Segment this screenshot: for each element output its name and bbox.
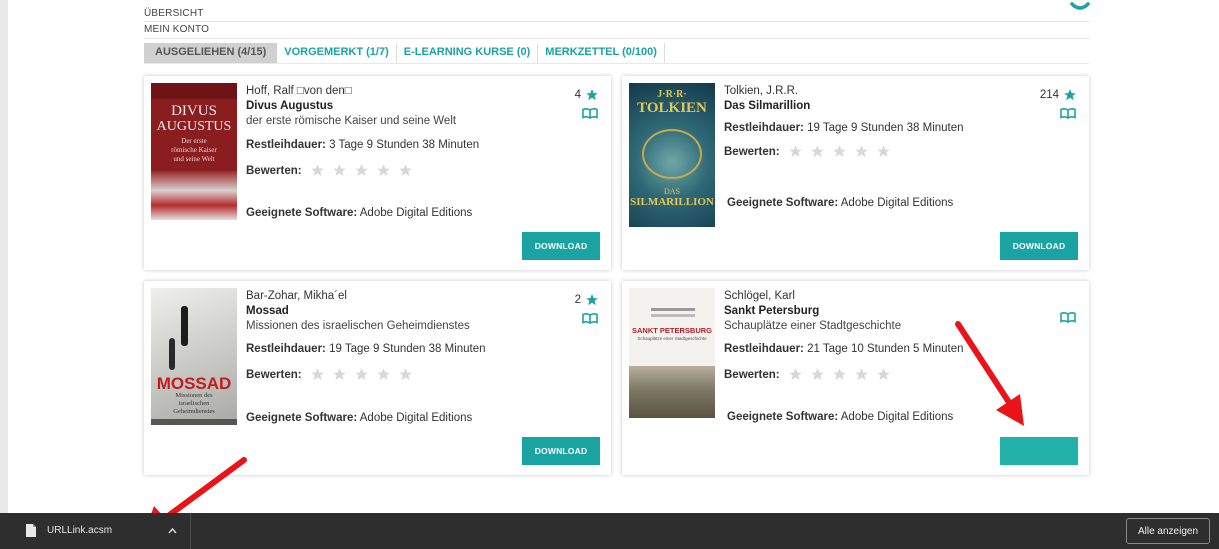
loan-duration: Restleihdauer: 19 Tage 9 Stunden 38 Minu…: [246, 343, 486, 355]
book-author: Hoff, Ralf □von den□: [246, 85, 352, 97]
account-tabs: AUSGELIEHEN (4/15) VORGEMERKT (1/7) E-LE…: [144, 43, 665, 63]
star-icon[interactable]: [354, 367, 369, 382]
loan-duration: Restleihdauer: 3 Tage 9 Stunden 38 Minut…: [246, 139, 480, 151]
book-card: MOSSAD Missionen des israelischen Geheim…: [144, 281, 611, 475]
star-filled-icon: [586, 89, 598, 101]
rate-label: Bewerten:: [246, 165, 302, 177]
star-icon[interactable]: [332, 163, 347, 178]
book-card: J·R·R· TOLKIEN DAS SILMARILLION Tolkien,…: [622, 76, 1089, 270]
download-button[interactable]: DOWNLOAD: [522, 232, 600, 260]
book-cover[interactable]: J·R·R· TOLKIEN DAS SILMARILLION: [629, 83, 715, 227]
star-icon[interactable]: [876, 144, 891, 159]
star-icon[interactable]: [376, 163, 391, 178]
star-icon[interactable]: [332, 367, 347, 382]
star-icon[interactable]: [310, 367, 325, 382]
star-icon[interactable]: [876, 367, 891, 382]
download-button-active[interactable]: DOWNLOAD: [1000, 437, 1078, 465]
rating-stars[interactable]: [310, 163, 413, 178]
annotation-arrow-icon: [955, 321, 1024, 426]
left-edge-divider: [0, 0, 8, 513]
star-icon[interactable]: [810, 144, 825, 159]
nav-link-my-account[interactable]: MEIN KONTO: [144, 24, 209, 35]
star-icon[interactable]: [854, 367, 869, 382]
book-title[interactable]: Divus Augustus: [246, 99, 576, 114]
book-cover[interactable]: MOSSAD Missionen des israelischen Geheim…: [151, 288, 237, 425]
star-filled-icon: [1064, 89, 1076, 101]
loan-duration: Restleihdauer: 21 Tage 10 Stunden 5 Minu…: [724, 343, 964, 355]
star-icon[interactable]: [788, 144, 803, 159]
rating-count: 2: [575, 293, 599, 307]
star-icon[interactable]: [832, 367, 847, 382]
book-subtitle: Missionen des israelischen Geheimdienste…: [246, 320, 470, 332]
software-info: Geeignete Software: Adobe Digital Editio…: [727, 197, 954, 209]
book-title[interactable]: Sankt Petersburg: [724, 304, 1054, 319]
file-icon: [26, 524, 36, 537]
open-book-icon[interactable]: [582, 313, 598, 324]
rate-label: Bewerten:: [724, 146, 780, 158]
tab-watchlist[interactable]: MERKZETTEL (0/100): [538, 43, 665, 63]
book-meta: Hoff, Ralf □von den□ Divus Augustus der …: [246, 84, 576, 129]
book-title[interactable]: Das Silmarillion: [724, 99, 1054, 114]
rating-stars[interactable]: [788, 144, 891, 159]
software-info: Geeignete Software: Adobe Digital Editio…: [246, 207, 473, 219]
nav-link-overview[interactable]: ÜBERSICHT: [144, 8, 204, 19]
star-icon[interactable]: [310, 163, 325, 178]
book-title[interactable]: Mossad: [246, 304, 576, 319]
download-item[interactable]: URLLink.acsm: [0, 513, 191, 549]
chevron-up-icon[interactable]: [168, 527, 177, 534]
star-icon[interactable]: [810, 367, 825, 382]
nav-separator: [144, 21, 1089, 22]
book-author: Bar-Zohar, Mikha´el: [246, 290, 347, 302]
download-button[interactable]: DOWNLOAD: [1000, 232, 1078, 260]
star-icon[interactable]: [354, 163, 369, 178]
tab-elearning[interactable]: E-LEARNING KURSE (0): [397, 43, 539, 63]
software-info: Geeignete Software: Adobe Digital Editio…: [246, 412, 473, 424]
rating-count: 214: [1040, 88, 1077, 102]
star-icon[interactable]: [854, 144, 869, 159]
open-book-icon[interactable]: [1060, 312, 1076, 323]
software-info: Geeignete Software: Adobe Digital Editio…: [727, 411, 954, 423]
rate-label: Bewerten:: [246, 369, 302, 381]
rate-label: Bewerten:: [724, 369, 780, 381]
open-book-icon[interactable]: [1060, 108, 1076, 119]
book-author: Tolkien, J.R.R.: [724, 85, 799, 97]
rating-stars[interactable]: [788, 367, 891, 382]
star-icon[interactable]: [788, 367, 803, 382]
tabs-underline: [144, 63, 1089, 64]
rating-count: 4: [575, 88, 599, 102]
star-icon[interactable]: [376, 367, 391, 382]
tab-borrowed[interactable]: AUSGELIEHEN (4/15): [144, 43, 278, 63]
star-icon[interactable]: [398, 367, 413, 382]
book-cover[interactable]: DIVUS AUGUSTUS Der erste römische Kaiser…: [151, 83, 237, 220]
book-meta: Tolkien, J.R.R. Das Silmarillion: [724, 84, 1054, 114]
download-file-name[interactable]: URLLink.acsm: [47, 525, 112, 536]
download-bar: URLLink.acsm Alle anzeigen: [0, 513, 1219, 549]
chevron-down-icon[interactable]: [1070, 0, 1090, 14]
download-button[interactable]: DOWNLOAD: [522, 437, 600, 465]
book-subtitle: der erste römische Kaiser und seine Welt: [246, 115, 457, 127]
star-icon[interactable]: [398, 163, 413, 178]
star-filled-icon: [586, 294, 598, 306]
book-card: DIVUS AUGUSTUS Der erste römische Kaiser…: [144, 76, 611, 270]
rating-stars[interactable]: [310, 367, 413, 382]
book-author: Schlögel, Karl: [724, 290, 795, 302]
book-meta: Bar-Zohar, Mikha´el Mossad Missionen des…: [246, 289, 576, 334]
book-cover[interactable]: SANKT PETERSBURG Schauplätze einer Stadt…: [629, 288, 715, 418]
tab-reserved[interactable]: VORGEMERKT (1/7): [277, 43, 397, 63]
nav-separator: [144, 38, 1089, 39]
loan-duration: Restleihdauer: 19 Tage 9 Stunden 38 Minu…: [724, 122, 964, 134]
star-icon[interactable]: [832, 144, 847, 159]
library-account-page: ÜBERSICHT MEIN KONTO AUSGELIEHEN (4/15) …: [0, 0, 1219, 534]
show-all-button[interactable]: Alle anzeigen: [1126, 518, 1210, 544]
open-book-icon[interactable]: [582, 108, 598, 119]
